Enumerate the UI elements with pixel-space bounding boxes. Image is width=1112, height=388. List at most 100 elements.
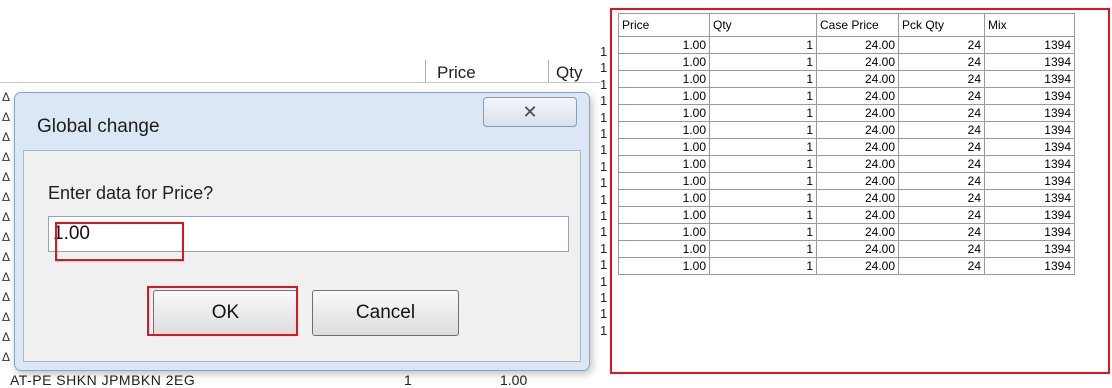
pck-qty-cell[interactable]: 24 — [898, 206, 985, 224]
table-row[interactable]: 1.00 1 24.00 24 1394 — [618, 121, 1075, 139]
table-row[interactable]: 1.00 1 24.00 24 1394 — [618, 36, 1075, 54]
pck-qty-cell[interactable]: 24 — [898, 104, 985, 122]
row-index-mark: 1 — [600, 191, 608, 207]
qty-cell[interactable]: 1 — [709, 189, 817, 207]
pck-qty-cell[interactable]: 24 — [898, 53, 985, 71]
case-price-cell[interactable]: 24.00 — [816, 172, 899, 190]
qty-cell[interactable]: 1 — [709, 121, 817, 139]
price-input[interactable] — [48, 216, 569, 252]
price-cell[interactable]: 1.00 — [618, 53, 710, 71]
case-price-cell[interactable]: 24.00 — [816, 223, 899, 241]
mix-cell[interactable]: 1394 — [984, 53, 1075, 71]
pck-qty-cell[interactable]: 24 — [898, 189, 985, 207]
mix-cell[interactable]: 1394 — [984, 121, 1075, 139]
pck-qty-cell[interactable]: 24 — [898, 172, 985, 190]
price-cell[interactable]: 1.00 — [618, 155, 710, 173]
table-row[interactable]: 1.00 1 24.00 24 1394 — [618, 206, 1075, 224]
pck-qty-cell[interactable]: 24 — [898, 121, 985, 139]
column-separator — [425, 60, 426, 82]
column-header-qty[interactable]: Qty — [556, 63, 582, 83]
mix-cell[interactable]: 1394 — [984, 138, 1075, 156]
price-cell[interactable]: 1.00 — [618, 70, 710, 88]
ok-button[interactable]: OK — [153, 290, 298, 336]
qty-cell[interactable]: 1 — [709, 223, 817, 241]
pck-qty-cell[interactable]: 24 — [898, 36, 985, 54]
table-row[interactable]: 1.00 1 24.00 24 1394 — [618, 223, 1075, 241]
mix-cell[interactable]: 1394 — [984, 257, 1075, 275]
case-price-cell[interactable]: 24.00 — [816, 155, 899, 173]
mix-cell[interactable]: 1394 — [984, 206, 1075, 224]
table-row[interactable]: 1.00 1 24.00 24 1394 — [618, 172, 1075, 190]
pck-qty-cell[interactable]: 24 — [898, 223, 985, 241]
pck-qty-cell[interactable]: 24 — [898, 70, 985, 88]
table-row[interactable]: 1.00 1 24.00 24 1394 — [618, 53, 1075, 71]
table-row[interactable]: 1.00 1 24.00 24 1394 — [618, 257, 1075, 275]
column-header-qty[interactable]: Qty — [709, 13, 817, 37]
mix-cell[interactable]: 1394 — [984, 240, 1075, 258]
mix-cell[interactable]: 1394 — [984, 189, 1075, 207]
case-price-cell[interactable]: 24.00 — [816, 257, 899, 275]
case-price-cell[interactable]: 24.00 — [816, 53, 899, 71]
mix-cell[interactable]: 1394 — [984, 70, 1075, 88]
mix-cell[interactable]: 1394 — [984, 155, 1075, 173]
price-cell[interactable]: 1.00 — [618, 138, 710, 156]
column-header-price[interactable]: Price — [618, 13, 710, 37]
price-cell[interactable]: 1.00 — [618, 257, 710, 275]
case-price-cell[interactable]: 24.00 — [816, 206, 899, 224]
mix-cell[interactable]: 1394 — [984, 87, 1075, 105]
case-price-cell[interactable]: 24.00 — [816, 189, 899, 207]
close-button[interactable]: ✕ — [483, 97, 577, 127]
price-cell[interactable]: 1.00 — [618, 189, 710, 207]
column-header-price[interactable]: Price — [437, 63, 476, 83]
dialog-title: Global change — [37, 116, 160, 137]
case-price-cell[interactable]: 24.00 — [816, 240, 899, 258]
table-row[interactable]: 1.00 1 24.00 24 1394 — [618, 104, 1075, 122]
data-table: Price Qty Case Price Pck Qty Mix 1.00 1 24… — [618, 13, 1075, 275]
qty-cell[interactable]: 1 — [709, 138, 817, 156]
qty-cell[interactable]: 1 — [709, 87, 817, 105]
table-row[interactable]: 1.00 1 24.00 24 1394 — [618, 240, 1075, 258]
mix-cell[interactable]: 1394 — [984, 104, 1075, 122]
price-cell[interactable]: 1.00 — [618, 240, 710, 258]
pck-qty-cell[interactable]: 24 — [898, 87, 985, 105]
row-index-mark: 1 — [600, 257, 608, 273]
table-row[interactable]: 1.00 1 24.00 24 1394 — [618, 189, 1075, 207]
case-price-cell[interactable]: 24.00 — [816, 70, 899, 88]
column-header-mix[interactable]: Mix — [984, 13, 1075, 37]
qty-cell[interactable]: 1 — [709, 172, 817, 190]
case-price-cell[interactable]: 24.00 — [816, 36, 899, 54]
mix-cell[interactable]: 1394 — [984, 223, 1075, 241]
price-cell[interactable]: 1.00 — [618, 172, 710, 190]
table-row[interactable]: 1.00 1 24.00 24 1394 — [618, 155, 1075, 173]
qty-cell[interactable]: 1 — [709, 104, 817, 122]
case-price-cell[interactable]: 24.00 — [816, 138, 899, 156]
case-price-cell[interactable]: 24.00 — [816, 87, 899, 105]
qty-cell[interactable]: 1 — [709, 240, 817, 258]
qty-cell[interactable]: 1 — [709, 155, 817, 173]
mix-cell[interactable]: 1394 — [984, 36, 1075, 54]
price-cell[interactable]: 1.00 — [618, 36, 710, 54]
price-cell[interactable]: 1.00 — [618, 121, 710, 139]
case-price-cell[interactable]: 24.00 — [816, 104, 899, 122]
table-row[interactable]: 1.00 1 24.00 24 1394 — [618, 70, 1075, 88]
column-header-pck-qty[interactable]: Pck Qty — [898, 13, 985, 37]
qty-cell[interactable]: 1 — [709, 36, 817, 54]
price-cell[interactable]: 1.00 — [618, 206, 710, 224]
pck-qty-cell[interactable]: 24 — [898, 240, 985, 258]
price-cell[interactable]: 1.00 — [618, 223, 710, 241]
pck-qty-cell[interactable]: 24 — [898, 155, 985, 173]
qty-cell[interactable]: 1 — [709, 257, 817, 275]
price-cell[interactable]: 1.00 — [618, 87, 710, 105]
qty-cell[interactable]: 1 — [709, 53, 817, 71]
pck-qty-cell[interactable]: 24 — [898, 257, 985, 275]
case-price-cell[interactable]: 24.00 — [816, 121, 899, 139]
cancel-button[interactable]: Cancel — [312, 290, 459, 336]
table-row[interactable]: 1.00 1 24.00 24 1394 — [618, 87, 1075, 105]
qty-cell[interactable]: 1 — [709, 70, 817, 88]
price-cell[interactable]: 1.00 — [618, 104, 710, 122]
table-row[interactable]: 1.00 1 24.00 24 1394 — [618, 138, 1075, 156]
mix-cell[interactable]: 1394 — [984, 172, 1075, 190]
qty-cell[interactable]: 1 — [709, 206, 817, 224]
pck-qty-cell[interactable]: 24 — [898, 138, 985, 156]
column-header-case-price[interactable]: Case Price — [816, 13, 899, 37]
